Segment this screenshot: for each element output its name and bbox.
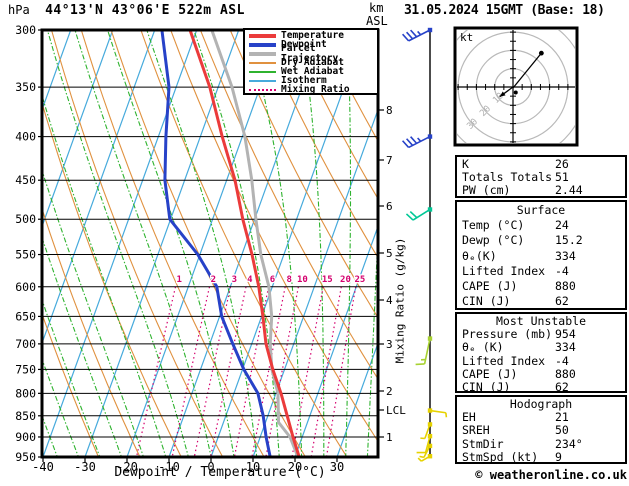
svg-text:6: 6 [386,200,393,213]
altitude-axis-unit-asl: ASL [366,14,388,28]
svg-text:6: 6 [270,275,275,285]
legend-line-sample [249,33,276,38]
svg-text:900: 900 [15,430,36,444]
svg-text:-40: -40 [32,460,54,474]
panel-group-header: Hodograph [509,397,573,411]
svg-text:4: 4 [247,275,253,285]
panel-row: CIN (J) 62 [462,294,625,309]
pressure-axis-unit: hPa [8,3,30,17]
panel-group: Most Unstable Pressure (mb) 954 θₑ (K) 334 Li… [455,312,627,395]
panel-row-label: Lifted Index [462,263,546,278]
lcl-label: LCL [386,404,406,417]
svg-text:5: 5 [386,247,393,260]
panel-row: PW (cm) 2.44 [462,184,625,197]
skewt-page: 1 2 3 4 6 8 10 15 20 25 300 350 400 450 500 550 600 650 70… [0,0,629,486]
panel-row: θₑ(K) 334 [462,249,625,264]
copyright-label: © weatheronline.co.uk [475,468,627,482]
datetime-label: 31.05.2024 15GMT (Base: 18) [404,3,605,18]
svg-text:550: 550 [15,248,36,262]
svg-text:800: 800 [15,386,36,400]
panel-row-value: 24 [555,218,569,233]
panel-row-label: PW (cm) [462,183,511,197]
panel-row: Temp (°C) 24 [462,218,625,233]
panel-row: Dewp (°C) 15.2 [462,233,625,248]
panel-row-label: SREH [462,423,490,438]
svg-text:7: 7 [386,154,393,167]
panel-row-value: -4 [555,263,569,278]
chart-legend: Temperature Dewpoint Parcel Trajectory Dry … [243,28,379,95]
legend-line-sample [249,61,276,64]
panel-row-label: CIN (J) [462,380,511,395]
panel-row-label: EH [462,410,476,425]
panel-row-label: θₑ (K) [462,340,504,355]
svg-text:700: 700 [15,337,36,351]
svg-text:450: 450 [15,173,36,187]
panel-row: CAPE (J) 880 [462,279,625,294]
legend-item-label: Mixing Ratio [281,83,350,95]
panel-row-label: Pressure (mb) [462,327,553,342]
panel-group: K 26 Totals Totals 51 PW (cm) 2.44 [455,155,627,198]
panel-row-value: 2.44 [555,183,583,197]
panel-row-label: K [462,157,469,171]
svg-text:300: 300 [15,23,36,37]
svg-text:1: 1 [176,275,181,285]
panel-row: Lifted Index -4 [462,264,625,279]
svg-text:650: 650 [15,309,36,323]
panel-row-value: 62 [555,294,569,309]
panel-row-label: CAPE (J) [462,366,518,381]
svg-text:3: 3 [232,275,237,285]
legend-line-sample [249,70,276,73]
altitude-axis-unit-km: km [369,1,384,15]
panel-row-value: 234° [555,436,583,451]
panel-row: StmSpd (kt) 9 [462,449,625,464]
svg-text:10: 10 [297,275,308,285]
panel-group: Surface Temp (°C) 24 Dewp (°C) 15.2 θₑ(K) 334 L… [455,200,627,310]
panel-row-value: 334 [555,248,576,263]
panel-row-label: Lifted Index [462,353,546,368]
panel-row-label: θₑ(K) [462,248,497,263]
legend-line-sample [249,42,276,47]
svg-text:15: 15 [322,275,333,285]
panel-row: CIN (J) 62 [462,380,625,395]
hodograph-unit-label: kt [460,31,474,44]
legend-line-sample [249,88,276,91]
svg-text:20: 20 [340,275,351,285]
svg-text:8: 8 [286,275,291,285]
legend-line-sample [249,79,276,82]
page-title: 44°13'N 43°06'E 522m ASL [45,3,245,18]
legend-item: Mixing Ratio [249,85,377,94]
mixing-ratio-axis-label: Mixing Ratio (g/kg) [393,237,407,364]
svg-text:8: 8 [386,104,393,117]
panel-row-label: Temp (°C) [462,218,525,233]
x-axis-title: Dewpoint / Temperature (°C) [114,465,326,480]
panel-row-value: 334 [555,340,576,355]
svg-text:750: 750 [15,362,36,376]
panel-group: Hodograph EH 21 SREH 50 StmDir 234° StmSpd (kt)… [455,395,627,464]
svg-text:350: 350 [15,80,36,94]
svg-text:600: 600 [15,280,36,294]
svg-text:25: 25 [354,275,365,285]
panel-row-value: -4 [555,353,569,368]
panel-group-header: Surface [516,203,566,217]
panel-row-value: 880 [555,279,576,294]
panel-row-label: CAPE (J) [462,279,518,294]
svg-text:500: 500 [15,212,36,226]
svg-text:4: 4 [386,294,393,307]
svg-text:2: 2 [386,385,393,398]
panel-row-value: 9 [555,449,562,464]
panel-row-label: StmSpd (kt) [462,449,539,464]
panel-row-label: Totals Totals [462,170,553,184]
legend-line-sample [249,51,276,56]
svg-text:400: 400 [15,130,36,144]
panel-row-label: CIN (J) [462,294,511,309]
panel-row-value: 62 [555,380,569,395]
panel-row-label: Dewp (°C) [462,233,525,248]
panel-row-value: 50 [555,423,569,438]
svg-text:3: 3 [386,338,393,351]
svg-text:1: 1 [386,431,393,444]
svg-text:850: 850 [15,409,36,423]
panel-row-label: StmDir [462,436,504,451]
svg-text:2: 2 [211,275,216,285]
panel-row-value: 15.2 [555,233,583,248]
